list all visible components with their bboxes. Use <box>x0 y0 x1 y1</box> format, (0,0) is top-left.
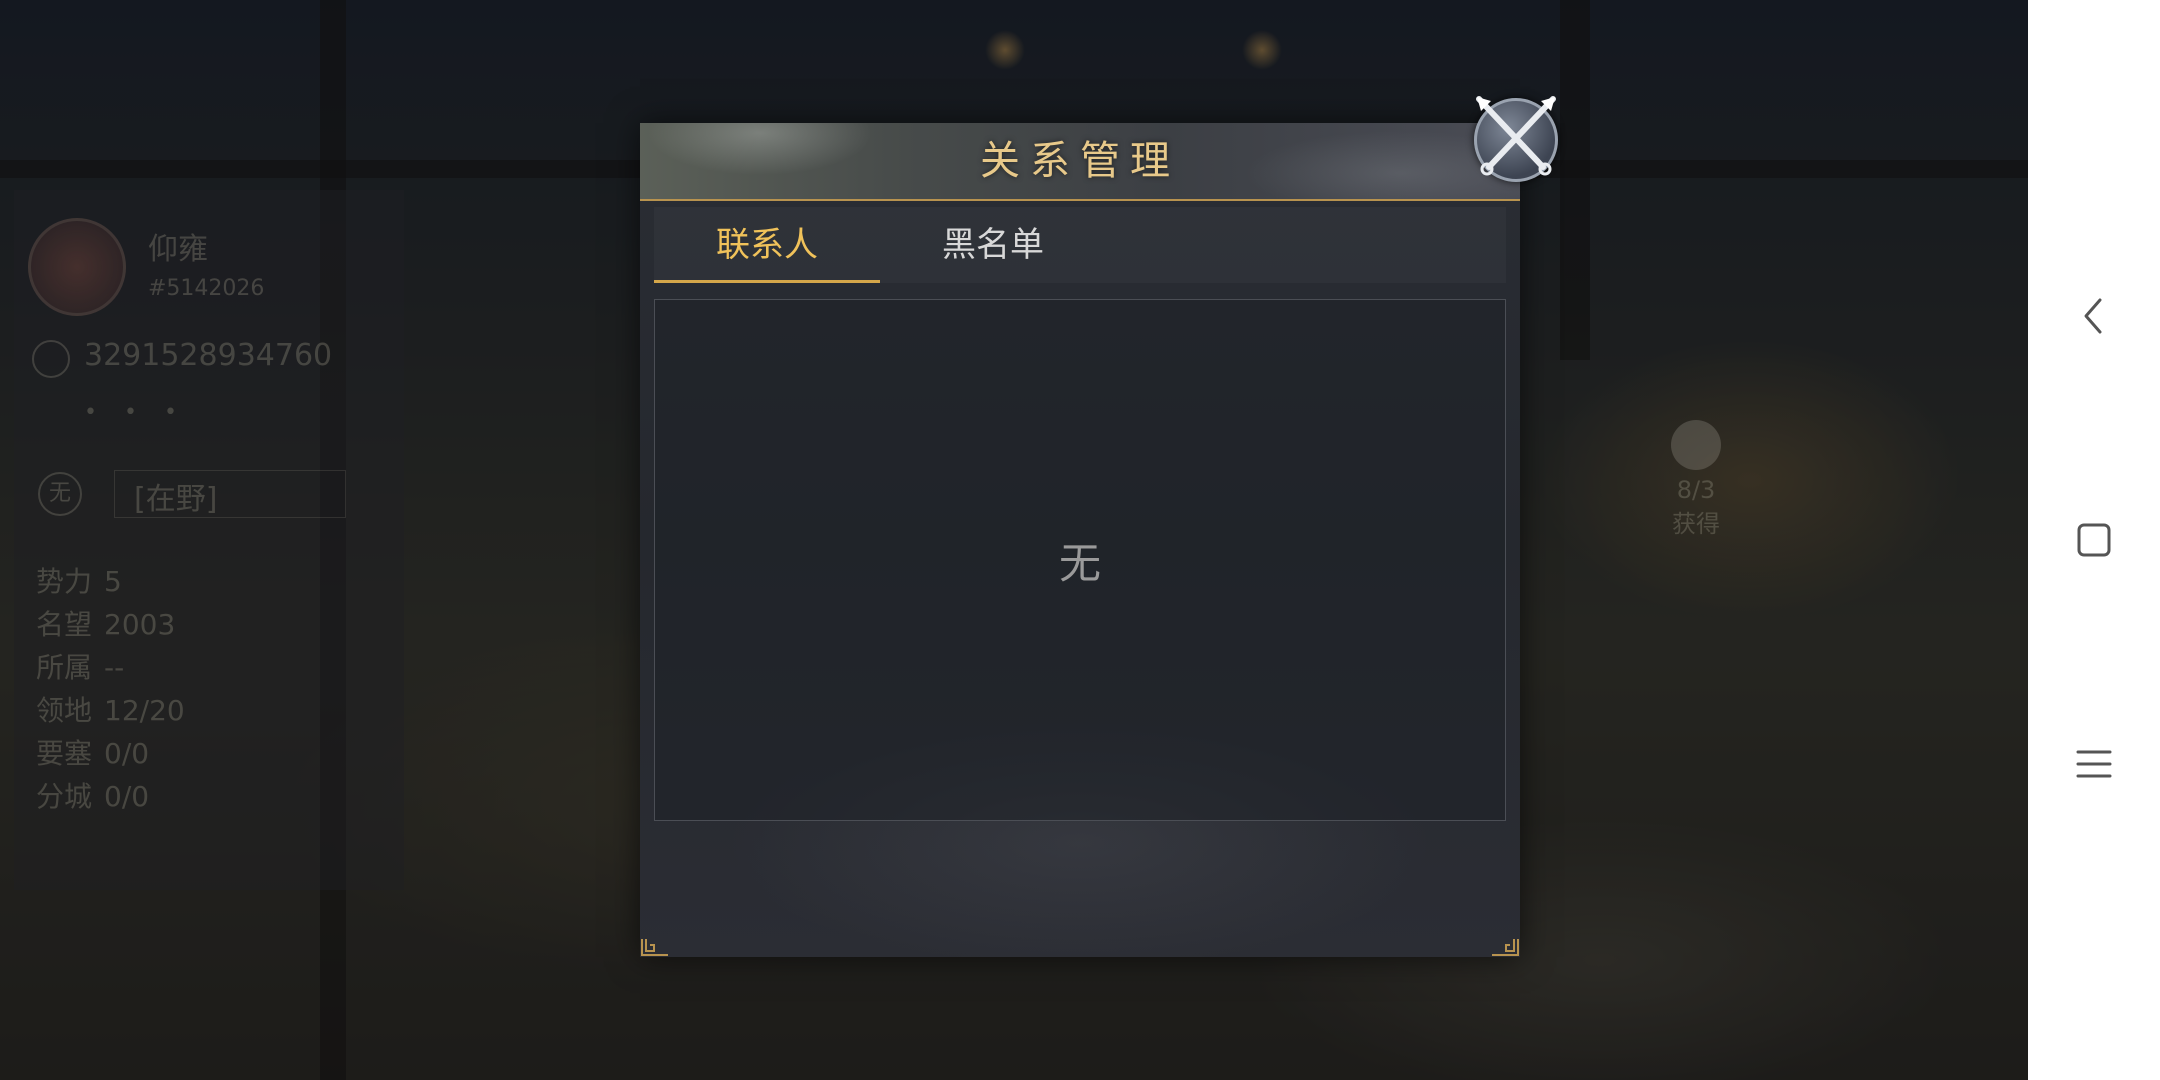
dialog-header: 关系管理 <box>640 123 1520 201</box>
tab-blacklist[interactable]: 黑名单 <box>880 207 1106 283</box>
tag-icon: 无 <box>38 472 82 516</box>
stat-row: 所属 -- <box>36 646 185 689</box>
stat-value: 2003 <box>104 608 176 641</box>
contact-list: 无 <box>654 299 1506 821</box>
background-reward-button: 8/3 获得 <box>1665 420 1727 540</box>
stat-value: 5 <box>104 565 122 598</box>
stat-row: 势力 5 <box>36 560 185 603</box>
tab-bar: 联系人 黑名单 <box>654 207 1506 283</box>
player-info-panel: 仰雍 #5142026 3291528934760 • • • 无 [在野] 势… <box>14 190 404 890</box>
player-subtitle: #5142026 <box>148 276 265 301</box>
stat-value: -- <box>104 651 125 684</box>
stat-label: 所属 <box>36 651 93 684</box>
id-icon <box>32 340 70 378</box>
reward-label: 获得 <box>1672 510 1720 538</box>
avatar <box>28 218 126 316</box>
stat-label: 分城 <box>36 780 93 813</box>
crossed-swords-icon <box>1476 96 1556 176</box>
stat-row: 领地 12/20 <box>36 689 185 732</box>
player-stats: 势力 5 名望 2003 所属 -- 领地 12/20 要塞 0/0 分城 0/0 <box>36 560 185 818</box>
stat-row: 分城 0/0 <box>36 775 185 818</box>
corner-ornament-icon <box>1492 939 1519 956</box>
stat-value: 0/0 <box>104 780 150 813</box>
reward-count: 8/3 <box>1676 476 1716 504</box>
stat-label: 势力 <box>36 565 93 598</box>
stat-label: 名望 <box>36 608 93 641</box>
tab-contacts[interactable]: 联系人 <box>654 207 880 283</box>
player-tag: [在野] <box>134 482 218 517</box>
stat-value: 0/0 <box>104 737 150 770</box>
menu-icon[interactable] <box>2074 744 2114 784</box>
stat-row: 要塞 0/0 <box>36 732 185 775</box>
stat-label: 领地 <box>36 694 93 727</box>
player-name: 仰雍 <box>148 232 208 267</box>
system-nav-bar <box>2028 0 2160 1080</box>
stat-row: 名望 2003 <box>36 603 185 646</box>
home-icon[interactable] <box>2074 520 2114 560</box>
player-dots: • • • <box>84 400 187 425</box>
relationship-dialog: 关系管理 联系人 黑名单 无 <box>640 123 1520 957</box>
stat-value: 12/20 <box>104 694 185 727</box>
stat-label: 要塞 <box>36 737 93 770</box>
reward-icon <box>1671 420 1721 470</box>
empty-state-text: 无 <box>1058 538 1101 588</box>
corner-ornament-icon <box>641 939 668 956</box>
dialog-title: 关系管理 <box>980 138 1180 184</box>
player-id: 3291528934760 <box>84 338 333 373</box>
back-icon[interactable] <box>2074 296 2114 336</box>
close-button[interactable] <box>1474 96 1558 182</box>
